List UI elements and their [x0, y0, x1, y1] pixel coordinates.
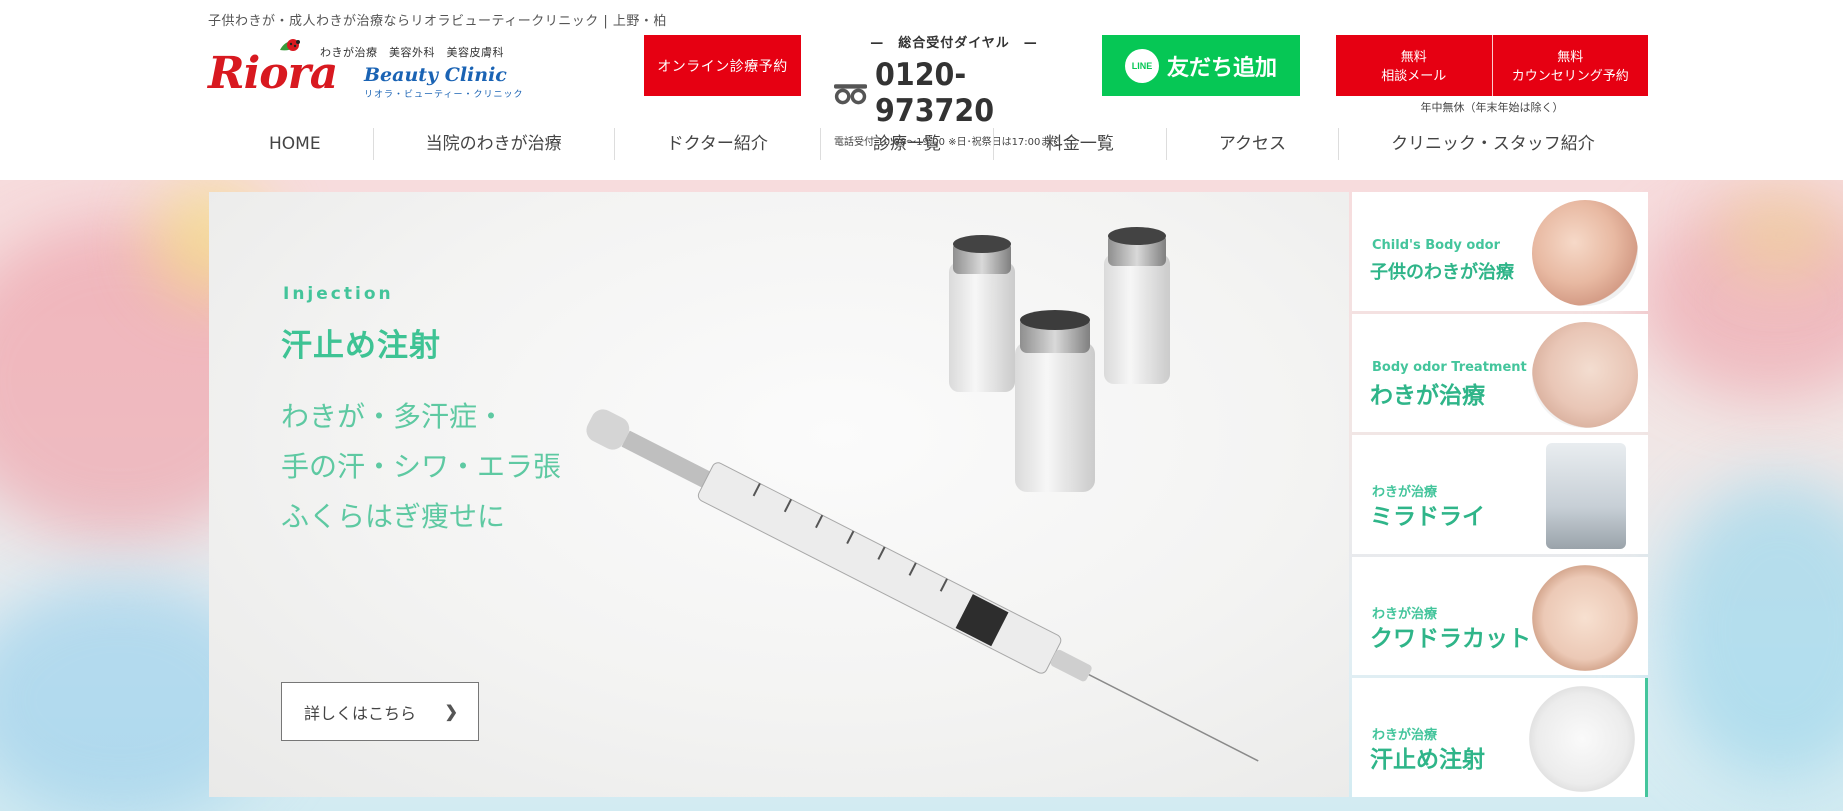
underarm-photo: [1532, 321, 1638, 428]
miradry-device-photo: [1546, 443, 1626, 550]
tile-odor-treatment[interactable]: Body odor Treatment わきが治療: [1352, 313, 1648, 433]
slide-body: わきが・多汗症・ 手の汗・シワ・エラ張 ふくらはぎ痩せに: [281, 392, 561, 542]
slide-title: 汗止め注射: [281, 328, 441, 364]
free-counseling-booking-button[interactable]: 無料 カウンセリング予約: [1492, 35, 1648, 96]
tile-title: クワドラカット: [1370, 625, 1531, 652]
line-icon: LINE: [1124, 48, 1159, 83]
slide-body-line: わきが・多汗症・: [281, 400, 506, 433]
contact-button-group: 無料 相談メール 無料 カウンセリング予約: [1336, 35, 1648, 96]
logo-kana: リオラ・ビューティー・クリニック: [364, 90, 524, 100]
phone-label: — 総合受付ダイヤル —: [870, 36, 1038, 51]
tile-title: 汗止め注射: [1370, 747, 1485, 774]
slide-thumbnails: Child's Body odor 子供のわきが治療 Body odor Tre…: [1352, 192, 1648, 797]
free-mail-consult-button[interactable]: 無料 相談メール: [1336, 35, 1492, 96]
syringe-thumbnail-photo: [1529, 686, 1635, 793]
phone-number[interactable]: 0120-973720: [875, 57, 1058, 129]
line-button-label: 友だち追加: [1166, 54, 1277, 80]
slide-body-line: 手の汗・シワ・エラ張: [281, 450, 562, 483]
woman-arm-raised-photo: [1532, 564, 1638, 671]
slide-eyebrow: Injection: [283, 284, 394, 304]
tile-subtitle: Body odor Treatment: [1372, 359, 1527, 375]
tile-title: わきが治療: [1370, 382, 1485, 409]
bg-watercolor: [1720, 190, 1840, 280]
mother-child-photo: [1532, 200, 1638, 306]
line-add-friend-button[interactable]: LINE 友だち追加: [1102, 35, 1300, 96]
clinic-logo[interactable]: わきが治療 美容外科 美容皮膚科 Riora Beauty Clinic リオラ…: [206, 32, 522, 102]
tile-subtitle: Child's Body odor: [1372, 238, 1500, 253]
phone-contact[interactable]: — 総合受付ダイヤル — 0120-973720 電話受付:10:00〜19:0…: [834, 32, 1074, 148]
bg-watercolor: [1660, 480, 1843, 780]
main-nav: HOME 当院のわきが治療 ドクター紹介 診療一覧 料金一覧 アクセス クリニッ…: [215, 128, 1645, 160]
detail-button-label: 詳しくはこちら: [304, 705, 417, 723]
nav-item-doctor[interactable]: ドクター紹介: [615, 128, 821, 160]
logo-subname: Beauty Clinic: [364, 64, 507, 86]
tile-child-odor[interactable]: Child's Body odor 子供のわきが治療: [1352, 192, 1648, 311]
tile-sweat-injection[interactable]: わきが治療 汗止め注射: [1352, 678, 1648, 797]
site-tagline: 子供わきが・成人わきが治療ならリオラビューティークリニック | 上野・柏: [208, 14, 667, 29]
detail-button[interactable]: 詳しくはこちら ❯: [281, 682, 479, 741]
freedial-icon: [834, 84, 868, 105]
hero-slide[interactable]: Injection 汗止め注射 わきが・多汗症・ 手の汗・シワ・エラ張 ふくらは…: [209, 192, 1349, 797]
chevron-right-icon: ❯: [444, 703, 458, 721]
nav-item-our-treatment[interactable]: 当院のわきが治療: [374, 128, 615, 160]
nav-item-home[interactable]: HOME: [215, 128, 374, 160]
tile-miradry[interactable]: わきが治療 ミラドライ: [1352, 435, 1648, 554]
online-booking-button[interactable]: オンライン診療予約: [644, 35, 801, 96]
logo-name: Riora: [208, 48, 338, 99]
nav-item-clinic-staff[interactable]: クリニック・スタッフ紹介: [1339, 128, 1647, 160]
tile-quadracut[interactable]: わきが治療 クワドラカット: [1352, 556, 1648, 676]
nav-item-treatments[interactable]: 診療一覧: [821, 128, 994, 160]
tile-title: ミラドライ: [1370, 504, 1485, 531]
slide-body-line: ふくらはぎ痩せに: [281, 500, 506, 533]
nav-item-prices[interactable]: 料金一覧: [994, 128, 1167, 160]
logo-services: わきが治療 美容外科 美容皮膚科: [320, 46, 504, 59]
open-days-note: 年中無休（年末年始は除く）: [1420, 101, 1564, 114]
hero-section: Injection 汗止め注射 わきが・多汗症・ 手の汗・シワ・エラ張 ふくらは…: [0, 180, 1843, 811]
nav-item-access[interactable]: アクセス: [1167, 128, 1340, 160]
tile-title: 子供のわきが治療: [1370, 262, 1514, 283]
